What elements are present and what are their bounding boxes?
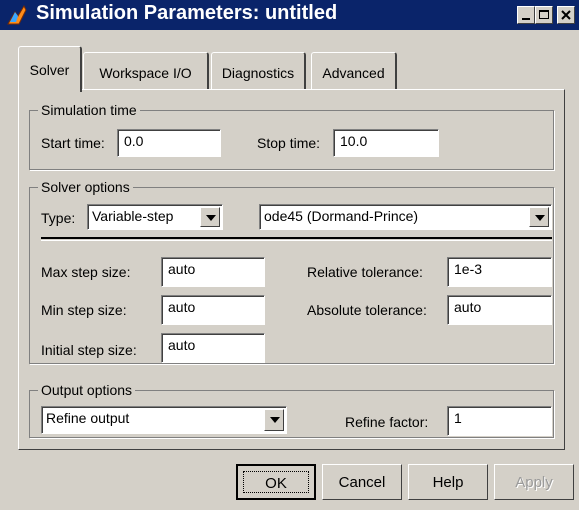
relative-tolerance-label: Relative tolerance: <box>307 264 423 280</box>
stop-time-input[interactable]: 10.0 <box>333 129 439 157</box>
absolute-tolerance-input[interactable]: auto <box>447 295 552 325</box>
title-bar[interactable]: Simulation Parameters: untitled <box>0 0 579 30</box>
refine-factor-input[interactable]: 1 <box>447 406 552 436</box>
solver-method-dropdown-button[interactable] <box>529 207 549 227</box>
dialog-window: Simulation Parameters: untitled Solver W… <box>0 0 579 510</box>
solver-separator <box>41 237 552 241</box>
window-title: Simulation Parameters: untitled <box>36 2 338 24</box>
ok-button[interactable]: OK <box>236 464 316 500</box>
help-button[interactable]: Help <box>408 464 488 500</box>
tab-advanced-label: Advanced <box>322 65 385 81</box>
absolute-tolerance-label: Absolute tolerance: <box>307 302 427 318</box>
cancel-button-label: Cancel <box>338 474 386 491</box>
tab-diagnostics[interactable]: Diagnostics <box>211 52 306 90</box>
solver-method-value: ode45 (Dormand-Prince) <box>264 208 419 224</box>
tab-advanced[interactable]: Advanced <box>311 52 397 90</box>
tab-workspace-io-label: Workspace I/O <box>99 65 192 81</box>
maximize-icon <box>539 10 549 19</box>
minimize-icon <box>522 18 530 20</box>
solver-type-dropdown[interactable]: Variable-step <box>87 204 223 230</box>
tab-workspace-io[interactable]: Workspace I/O <box>83 52 209 90</box>
minimize-button[interactable] <box>517 6 535 24</box>
close-icon <box>561 10 571 20</box>
help-button-label: Help <box>432 474 464 491</box>
relative-tolerance-input[interactable]: 1e-3 <box>447 257 552 287</box>
min-step-size-label: Min step size: <box>41 302 127 318</box>
start-time-input[interactable]: 0.0 <box>117 129 221 157</box>
apply-button-label: Apply <box>515 474 553 491</box>
chevron-down-icon <box>206 215 216 221</box>
min-step-size-input[interactable]: auto <box>161 295 265 325</box>
output-options-dropdown[interactable]: Refine output <box>41 406 287 434</box>
solver-type-dropdown-button[interactable] <box>200 207 220 227</box>
tab-diagnostics-label: Diagnostics <box>221 65 295 81</box>
max-step-size-label: Max step size: <box>41 264 131 280</box>
max-step-size-input[interactable]: auto <box>161 257 265 287</box>
simulink-app-icon <box>7 4 27 25</box>
output-options-legend: Output options <box>38 382 136 398</box>
type-label: Type: <box>41 210 76 226</box>
simulation-time-legend: Simulation time <box>38 102 140 118</box>
focus-rectangle <box>243 471 309 493</box>
start-time-label: Start time: <box>41 135 105 151</box>
output-options-value: Refine output <box>46 410 130 426</box>
chevron-down-icon <box>535 215 545 221</box>
chevron-down-icon <box>270 417 280 423</box>
solver-method-dropdown[interactable]: ode45 (Dormand-Prince) <box>259 204 552 230</box>
initial-step-size-input[interactable]: auto <box>161 333 265 363</box>
output-options-dropdown-button[interactable] <box>264 409 284 431</box>
apply-button[interactable]: Apply <box>494 464 574 500</box>
refine-factor-label: Refine factor: <box>345 414 429 430</box>
initial-step-size-label: Initial step size: <box>41 342 137 358</box>
solver-panel: Simulation time Start time: 0.0 Stop tim… <box>18 89 565 450</box>
close-button[interactable] <box>557 6 575 24</box>
stop-time-label: Stop time: <box>257 135 321 151</box>
solver-type-value: Variable-step <box>92 208 174 224</box>
cancel-button[interactable]: Cancel <box>322 464 402 500</box>
solver-options-legend: Solver options <box>38 179 133 195</box>
tab-solver[interactable]: Solver <box>18 46 82 92</box>
tab-solver-label: Solver <box>29 62 70 78</box>
maximize-button[interactable] <box>535 6 553 24</box>
